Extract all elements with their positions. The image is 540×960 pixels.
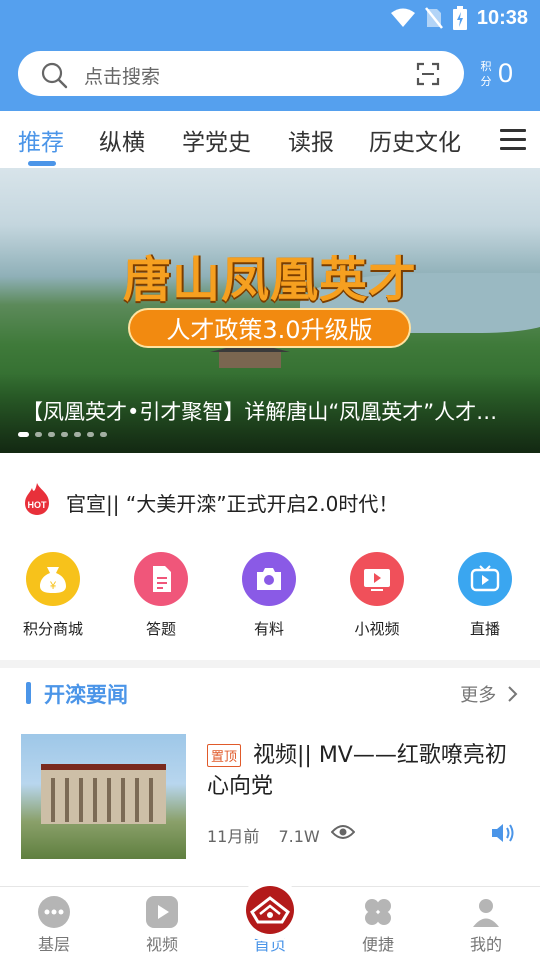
quick-link-label: 答题 <box>145 620 176 638</box>
status-time: 10:38 <box>476 6 528 29</box>
hot-headline[interactable]: HOT 官宣|| “大美开滦”正式开启2.0时代！ <box>0 476 540 526</box>
section-header: 开滦要闻 更多 <box>0 672 540 716</box>
carousel-dot[interactable] <box>100 432 107 437</box>
chat-dots-icon <box>38 896 70 928</box>
hot-badge-text: HOT <box>28 500 48 510</box>
active-tab-indicator <box>28 161 56 166</box>
points-value: 0 <box>498 58 514 88</box>
nav-label: 视频 <box>145 935 178 954</box>
pinned-badge: 置顶 <box>207 744 242 767</box>
user-icon <box>470 896 502 928</box>
quick-link-points-mall[interactable]: ¥ 积分商城 <box>13 552 93 639</box>
nav-label: 基层 <box>37 935 70 954</box>
more-label: 更多 <box>460 685 497 706</box>
news-time: 11月前 <box>207 827 260 846</box>
banner-carousel[interactable]: 唐山凤凰英才 人才政策3.0升级版 【凤凰英才•引才聚智】详解唐山“凤凰英才”人… <box>0 168 540 453</box>
quick-link-live[interactable]: 直播 <box>445 552 525 639</box>
quick-link-label: 有料 <box>253 620 284 638</box>
search-placeholder: 点击搜索 <box>84 66 161 88</box>
tv-play-icon <box>350 552 404 606</box>
banner-title: 唐山凤凰英才 <box>122 252 417 308</box>
wifi-icon <box>390 8 415 27</box>
carousel-dot[interactable] <box>48 432 55 437</box>
building-image <box>41 764 166 824</box>
battery-charging-icon <box>452 6 467 30</box>
nav-item-grassroots[interactable]: 基层 <box>14 896 94 955</box>
money-bag-icon: ¥ <box>26 552 80 606</box>
tab-zongheng[interactable]: 纵横 <box>99 123 145 157</box>
top-header: 10:38 点击搜索 积分 0 <box>0 0 540 111</box>
search-input[interactable]: 点击搜索 <box>18 51 464 96</box>
tab-party-history[interactable]: 学党史 <box>182 123 251 157</box>
quick-link-short-video[interactable]: 小视频 <box>337 552 417 639</box>
scan-icon[interactable] <box>416 62 440 86</box>
status-bar: 10:38 <box>0 0 540 38</box>
nav-item-convenience[interactable]: 便捷 <box>338 896 418 955</box>
no-sim-icon <box>424 7 443 29</box>
section-divider <box>0 660 540 668</box>
carousel-dot[interactable] <box>18 432 29 437</box>
quick-link-youliao[interactable]: 有料 <box>229 552 309 639</box>
carousel-dot[interactable] <box>35 432 42 437</box>
speaker-icon[interactable] <box>490 822 516 844</box>
hot-headline-text: 官宣|| “大美开滦”正式开启2.0时代！ <box>66 492 399 516</box>
category-tabs: 推荐 纵横 学党史 读报 历史文化 <box>0 111 540 168</box>
carousel-dot[interactable] <box>61 432 68 437</box>
banner-subtitle: 人才政策3.0升级版 <box>128 308 411 348</box>
chevron-right-icon <box>508 686 518 702</box>
play-icon <box>146 896 178 928</box>
nav-item-video[interactable]: 视频 <box>122 896 202 955</box>
news-thumbnail <box>21 734 186 859</box>
tab-read-paper[interactable]: 读报 <box>288 123 334 157</box>
search-icon <box>41 62 68 89</box>
quick-link-quiz[interactable]: 答题 <box>121 552 201 639</box>
camera-icon <box>242 552 296 606</box>
nav-item-mine[interactable]: 我的 <box>446 896 526 955</box>
live-tv-icon <box>458 552 512 606</box>
document-icon <box>134 552 188 606</box>
news-views: 7.1W <box>278 827 320 846</box>
nav-label: 我的 <box>469 935 502 954</box>
news-title: 视频|| MV——红歌嘹亮初心向党 <box>207 743 507 799</box>
carousel-dot[interactable] <box>87 432 94 437</box>
news-meta: 11月前 7.1W <box>207 823 320 847</box>
carousel-dots <box>18 432 107 437</box>
news-item[interactable]: 视频|| MV——红歌嘹亮初心向党 置顶 11月前 7.1W <box>0 732 540 867</box>
carousel-dot[interactable] <box>74 432 81 437</box>
more-link[interactable]: 更多 <box>460 681 518 707</box>
banner-caption[interactable]: 【凤凰英才•引才聚智】详解唐山“凤凰英才”人才… <box>22 396 522 426</box>
nav-label: 便捷 <box>361 935 394 954</box>
quick-link-label: 积分商城 <box>22 620 83 638</box>
quick-link-label: 小视频 <box>354 620 400 638</box>
hot-fire-icon: HOT <box>25 483 49 515</box>
home-logo-icon[interactable] <box>246 886 294 934</box>
quick-links: ¥ 积分商城 答题 有料 小视频 直播 <box>0 552 540 657</box>
menu-icon[interactable] <box>500 129 526 151</box>
quick-link-label: 直播 <box>469 620 500 638</box>
clover-icon <box>362 896 394 928</box>
tab-recommend[interactable]: 推荐 <box>18 123 64 157</box>
section-accent-bar <box>26 682 31 704</box>
eye-icon <box>331 825 355 839</box>
points-display[interactable]: 积分 0 <box>478 58 538 92</box>
svg-text:¥: ¥ <box>49 580 57 592</box>
points-label: 积分 <box>480 60 492 88</box>
section-title: 开滦要闻 <box>44 683 128 707</box>
tab-history-culture[interactable]: 历史文化 <box>369 123 461 157</box>
